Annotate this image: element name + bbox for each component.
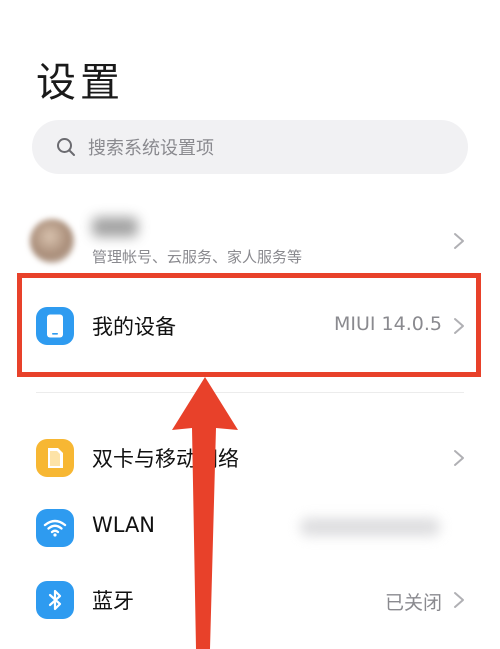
settings-screen: 设置 搜索系统设置项 管理帐号、云服务、家人服务等 我的设备 MIUI 14.0… (0, 0, 500, 649)
search-placeholder: 搜索系统设置项 (88, 138, 214, 159)
search-icon (52, 133, 80, 161)
setting-label-bluetooth: 蓝牙 (92, 589, 134, 613)
setting-label-sim: 双卡与移动网络 (92, 447, 239, 471)
bluetooth-icon (36, 581, 74, 619)
wlan-network-blurred (300, 518, 440, 536)
account-subtitle: 管理帐号、云服务、家人服务等 (92, 248, 303, 266)
sim-card-icon (36, 439, 74, 477)
chevron-right-icon (450, 232, 468, 250)
chevron-right-icon (450, 449, 468, 467)
setting-label-wlan: WLAN (92, 513, 156, 537)
setting-row-sim[interactable]: 双卡与移动网络 (0, 426, 500, 490)
divider (36, 392, 464, 393)
highlight-box (17, 273, 481, 377)
chevron-right-icon (450, 591, 468, 609)
wifi-icon (36, 509, 74, 547)
setting-row-bluetooth[interactable]: 蓝牙 已关闭 (0, 568, 500, 632)
search-input[interactable]: 搜索系统设置项 (32, 120, 468, 174)
account-row[interactable]: 管理帐号、云服务、家人服务等 (0, 205, 500, 275)
avatar (30, 219, 74, 263)
page-title: 设置 (36, 60, 124, 106)
bluetooth-status: 已关闭 (384, 592, 442, 614)
account-name-blurred (92, 217, 138, 237)
